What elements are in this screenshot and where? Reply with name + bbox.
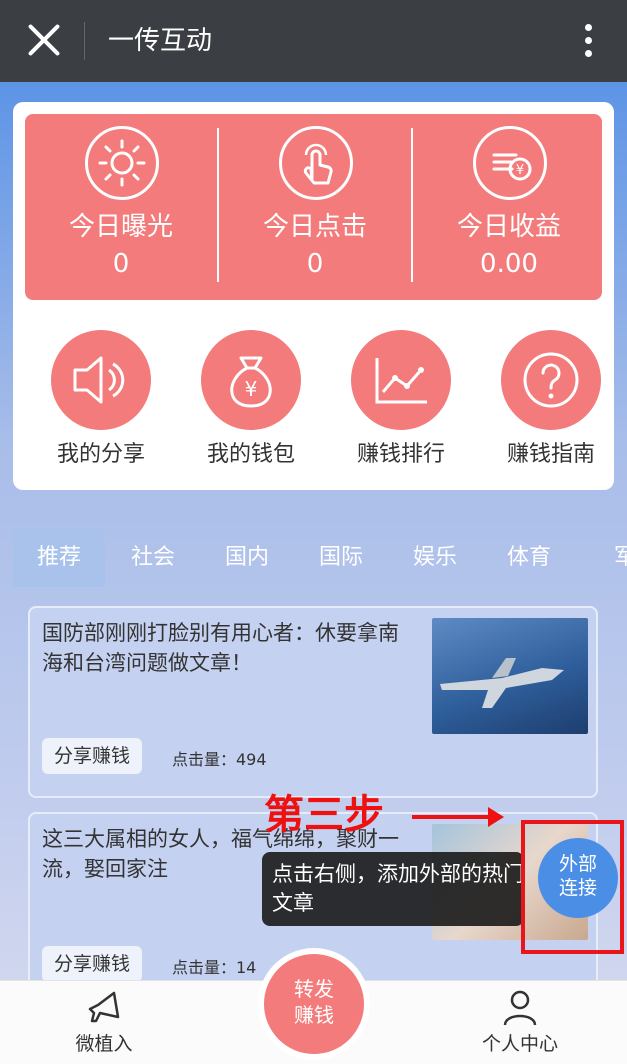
question-icon (501, 330, 601, 430)
share-earn-button[interactable]: 分享赚钱 (42, 946, 143, 982)
top-bar: 一传互动 (0, 0, 627, 82)
tap-hand-icon (279, 126, 353, 200)
tab-sports[interactable]: 体育 (483, 529, 575, 587)
menu-label: 我的分享 (56, 442, 145, 467)
speaker-icon (51, 330, 151, 430)
topbar-divider (84, 22, 85, 60)
menu-earning-rank[interactable]: 赚钱排行 (331, 330, 471, 480)
stat-label: 今日点击 (262, 212, 367, 242)
forward-earn-label: 转发 赚钱 (264, 954, 364, 1054)
forward-earn-button[interactable]: 转发 赚钱 (258, 948, 370, 1060)
tab-domestic[interactable]: 国内 (201, 529, 293, 587)
share-earn-button[interactable]: 分享赚钱 (42, 738, 143, 774)
stat-label: 今日收益 (456, 212, 561, 242)
menu-my-wallet[interactable]: ¥ 我的钱包 (181, 330, 321, 480)
menu-label: 赚钱指南 (506, 442, 595, 467)
external-link-label: 外部 连接 (558, 853, 597, 899)
click-count: 点击量：494 (172, 750, 267, 769)
menu-my-share[interactable]: 我的分享 (31, 330, 171, 480)
nav-label: 个人中心 (481, 1033, 558, 1055)
tab-entertainment[interactable]: 娱乐 (389, 529, 481, 587)
menu-earning-guide[interactable]: 赚钱指南 (481, 330, 621, 480)
stat-value: 0 (112, 249, 130, 279)
sun-icon (85, 126, 159, 200)
menu-label: 我的钱包 (206, 442, 295, 467)
svg-text:¥: ¥ (245, 377, 258, 401)
tab-military[interactable]: 军 (579, 529, 627, 587)
nav-label: 微植入 (75, 1033, 133, 1055)
category-tabs: 推荐 社会 国内 国际 娱乐 体育 军 (13, 529, 627, 587)
money-bag-icon: ¥ (201, 330, 301, 430)
page-title: 一传互动 (108, 26, 213, 56)
line-chart-icon (351, 330, 451, 430)
stat-value: 0.00 (480, 249, 538, 279)
hint-tooltip: 点击右侧，添加外部的热门文章 (262, 852, 524, 926)
tab-international[interactable]: 国际 (295, 529, 387, 587)
click-count: 点击量：14 (172, 958, 257, 977)
article-thumbnail (432, 618, 588, 734)
nav-personal-center[interactable]: 个人中心 (450, 981, 590, 1064)
user-icon (503, 990, 537, 1026)
arrow-right-icon (411, 807, 504, 827)
stat-exposure: 今日曝光 0 (25, 114, 217, 300)
stat-clicks: 今日点击 0 (219, 114, 411, 300)
menu-label: 赚钱排行 (356, 442, 445, 467)
nav-micro-embed[interactable]: 微植入 (34, 981, 174, 1064)
article-card[interactable]: 国防部刚刚打脸别有用心者：休要拿南海和台湾问题做文章！ 分享赚钱 点击量：494 (28, 606, 598, 798)
coins-icon: ¥ (473, 126, 547, 200)
stat-value: 0 (306, 249, 324, 279)
stat-label: 今日曝光 (68, 212, 173, 242)
svg-text:¥: ¥ (516, 163, 524, 178)
step-label: 第三步 (264, 792, 384, 838)
megaphone-icon (88, 991, 120, 1023)
step-annotation: 第三步 (264, 788, 504, 842)
tab-society[interactable]: 社会 (107, 529, 199, 587)
external-link-button[interactable]: 外部 连接 (538, 838, 618, 918)
tab-recommended[interactable]: 推荐 (13, 529, 105, 587)
close-icon[interactable] (26, 22, 62, 58)
dashboard-card: 今日曝光 0 今日点击 0 ¥ 今日收益 0.00 我的分享 ¥ 我的钱包 赚钱… (13, 102, 614, 490)
article-title: 国防部刚刚打脸别有用心者：休要拿南海和台湾问题做文章！ (42, 621, 399, 675)
stats-panel: 今日曝光 0 今日点击 0 ¥ 今日收益 0.00 (25, 114, 602, 300)
stat-income: ¥ 今日收益 0.00 (413, 114, 605, 300)
more-menu-icon[interactable] (585, 24, 593, 60)
